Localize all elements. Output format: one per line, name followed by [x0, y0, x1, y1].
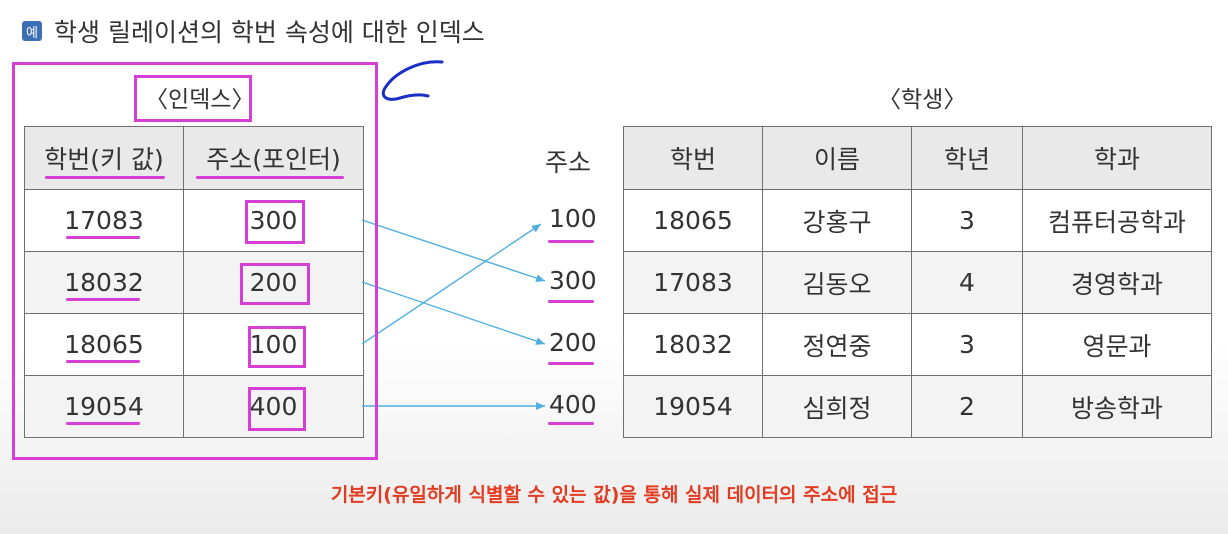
pointer-box-annotation [248, 387, 306, 431]
underline-annotation [66, 360, 140, 363]
underline-annotation [548, 422, 594, 425]
footer-caption: 기본키(유일하게 식별할 수 있는 값)을 통해 실제 데이터의 주소에 접근 [330, 484, 898, 506]
underline-annotation [66, 422, 140, 425]
arrow-300 [361, 219, 546, 282]
underline-annotation [66, 298, 140, 301]
arrow-200 [361, 281, 546, 345]
underline-annotation [196, 176, 344, 179]
underline-annotation [66, 236, 140, 239]
pointer-box-annotation [248, 326, 306, 368]
underline-annotation [548, 362, 594, 365]
handwritten-stroke [381, 60, 444, 101]
index-caption-annotation [134, 75, 252, 122]
pointer-box-annotation [245, 200, 305, 244]
underline-annotation [548, 300, 594, 303]
arrow-100 [361, 223, 542, 345]
pointer-box-annotation [240, 263, 310, 305]
underline-annotation [45, 176, 165, 179]
underline-annotation [548, 240, 594, 243]
